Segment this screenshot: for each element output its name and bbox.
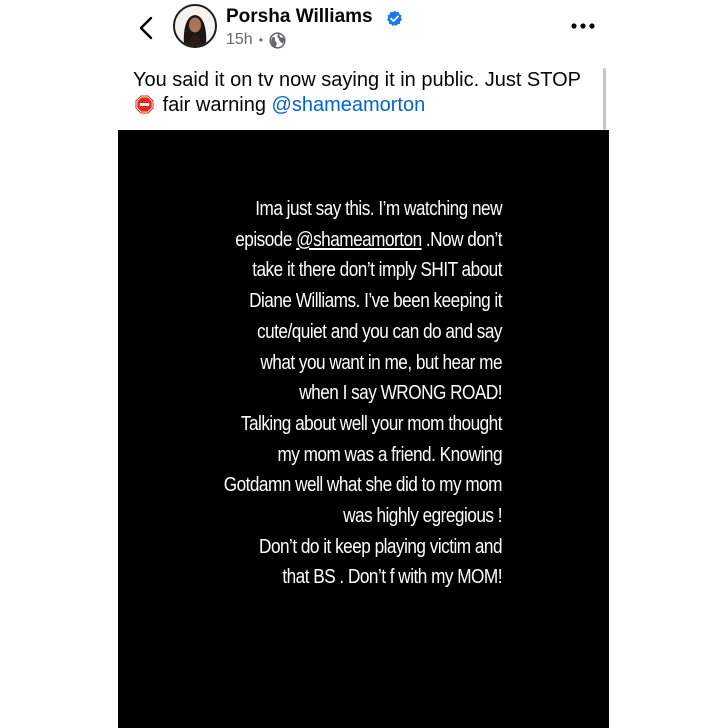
story-line: Diane Williams. I’ve been keeping it	[249, 290, 502, 313]
story-line: episode @shameamorton .Now don’t	[172, 225, 502, 256]
story-line: take it there don’t imply SHIT about	[252, 259, 502, 282]
profile-photo	[175, 6, 215, 46]
story-mention: @shameamorton	[296, 228, 422, 251]
story-line: cute/quiet and you can do and say	[257, 320, 503, 343]
post-caption: You said it on tv now saying it in publi…	[133, 68, 603, 118]
scrollbar[interactable]	[603, 68, 606, 130]
caption-text: You said it on tv now saying it in publi…	[133, 69, 581, 91]
story-screenshot-image[interactable]: Ima just say this. I’m watching new epis…	[118, 130, 609, 728]
back-button[interactable]	[134, 14, 158, 42]
story-line: that BS . Don’t f with my MOM!	[282, 566, 502, 589]
caption-text-2: fair warning	[162, 94, 266, 116]
story-line-part: .Now don’t	[425, 228, 503, 251]
story-line: Gotdamn well what she did to my mom	[223, 474, 503, 497]
chevron-left-icon	[139, 16, 153, 40]
globe-icon	[269, 31, 286, 49]
author-name[interactable]: Porsha Williams	[226, 6, 373, 28]
post-meta: 15h •	[226, 31, 286, 49]
stop-sign-emoji-icon	[135, 95, 154, 114]
story-line: when I say WRONG ROAD!	[299, 382, 502, 405]
story-line: was highly egregious !	[343, 505, 502, 528]
story-line: what you want in me, but hear me	[260, 351, 502, 374]
story-line: Talking about well your mom thought	[240, 412, 503, 435]
story-text: Ima just say this. I’m watching new epis…	[172, 194, 503, 593]
meta-separator: •	[258, 33, 263, 47]
verified-badge-icon	[386, 10, 403, 27]
avatar[interactable]	[173, 4, 217, 48]
more-options-button[interactable]	[567, 14, 599, 38]
caption-mention-link[interactable]: @shameamorton	[272, 94, 426, 116]
story-line: Don’t do it keep playing victim and	[259, 535, 502, 558]
story-line: Ima just say this. I’m watching new	[255, 198, 502, 220]
more-horizontal-icon	[571, 23, 595, 29]
story-line-part: episode	[235, 228, 292, 251]
timestamp[interactable]: 15h	[226, 31, 253, 49]
story-line: my mom was a friend. Knowing	[277, 443, 502, 466]
